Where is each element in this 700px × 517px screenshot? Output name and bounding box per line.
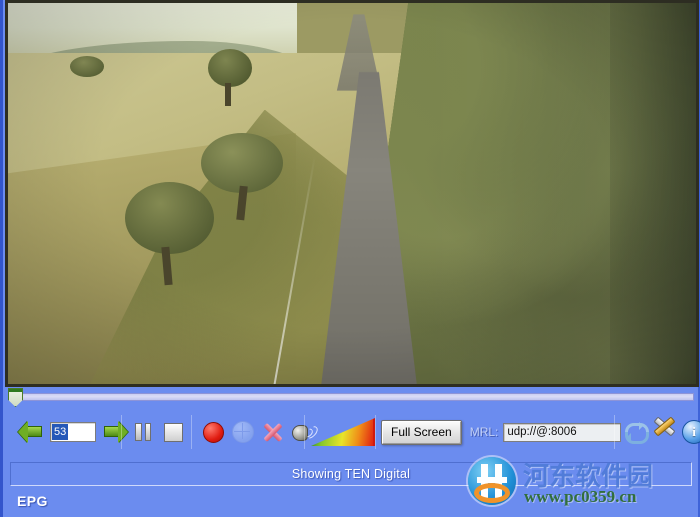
epg-label: EPG: [17, 493, 48, 509]
globe-icon: [232, 421, 254, 443]
fullscreen-button[interactable]: Full Screen: [381, 419, 462, 445]
toolbar-separator: [304, 415, 305, 449]
status-bar: Showing TEN Digital: [10, 462, 692, 486]
forest-shadow: [609, 3, 696, 384]
tree: [207, 48, 253, 87]
arrow-left-icon: [18, 421, 44, 443]
toolbar-separator: [614, 415, 615, 449]
player-toolbar: 53 Full Screen MRL: udp://@:8006 i: [6, 408, 700, 456]
next-channel-button[interactable]: [100, 417, 130, 447]
seek-track[interactable]: [16, 393, 694, 401]
arrow-right-icon: [102, 421, 128, 443]
toolbar-separator: [375, 415, 376, 449]
prev-channel-button[interactable]: [16, 417, 46, 447]
seek-bar[interactable]: [6, 388, 698, 407]
refresh-button[interactable]: [619, 417, 649, 447]
video-canvas[interactable]: [8, 3, 696, 384]
info-button[interactable]: i: [679, 417, 700, 447]
transport-group: [128, 412, 188, 452]
stop-button[interactable]: [158, 417, 188, 447]
refresh-icon: [623, 422, 649, 444]
status-message: Showing TEN Digital: [291, 467, 411, 481]
mrl-input[interactable]: udp://@:8006: [503, 422, 622, 442]
record-button[interactable]: [198, 417, 228, 447]
capture-group: [198, 412, 320, 452]
tv-player-window: 53 Full Screen MRL: udp://@:8006 i Showi…: [0, 0, 700, 517]
record-icon: [202, 421, 224, 443]
tree-trunk: [225, 83, 231, 106]
settings-button[interactable]: [649, 416, 679, 447]
pause-icon: [135, 423, 151, 441]
signal-strength-icon: [311, 418, 375, 446]
pause-button[interactable]: [128, 417, 158, 447]
stream-group: Full Screen MRL: udp://@:8006: [381, 412, 622, 452]
stop-icon: [163, 422, 183, 442]
tree: [200, 132, 284, 194]
network-button[interactable]: [228, 417, 258, 447]
channel-number-value: 53: [52, 424, 69, 440]
seek-thumb[interactable]: [8, 388, 23, 407]
close-icon: [262, 421, 284, 443]
mrl-label: MRL:: [469, 425, 499, 439]
signal-group: [311, 412, 375, 452]
tools-icon: [652, 416, 676, 443]
channel-group: 53: [16, 412, 130, 452]
channel-number-input[interactable]: 53: [50, 422, 96, 442]
toolbar-separator: [121, 415, 122, 449]
utility-group: i: [619, 412, 700, 452]
epg-panel: EPG: [3, 489, 700, 517]
close-stream-button[interactable]: [258, 417, 288, 447]
info-icon: i: [682, 420, 700, 444]
video-frame: [5, 0, 699, 387]
toolbar-separator: [191, 415, 192, 449]
